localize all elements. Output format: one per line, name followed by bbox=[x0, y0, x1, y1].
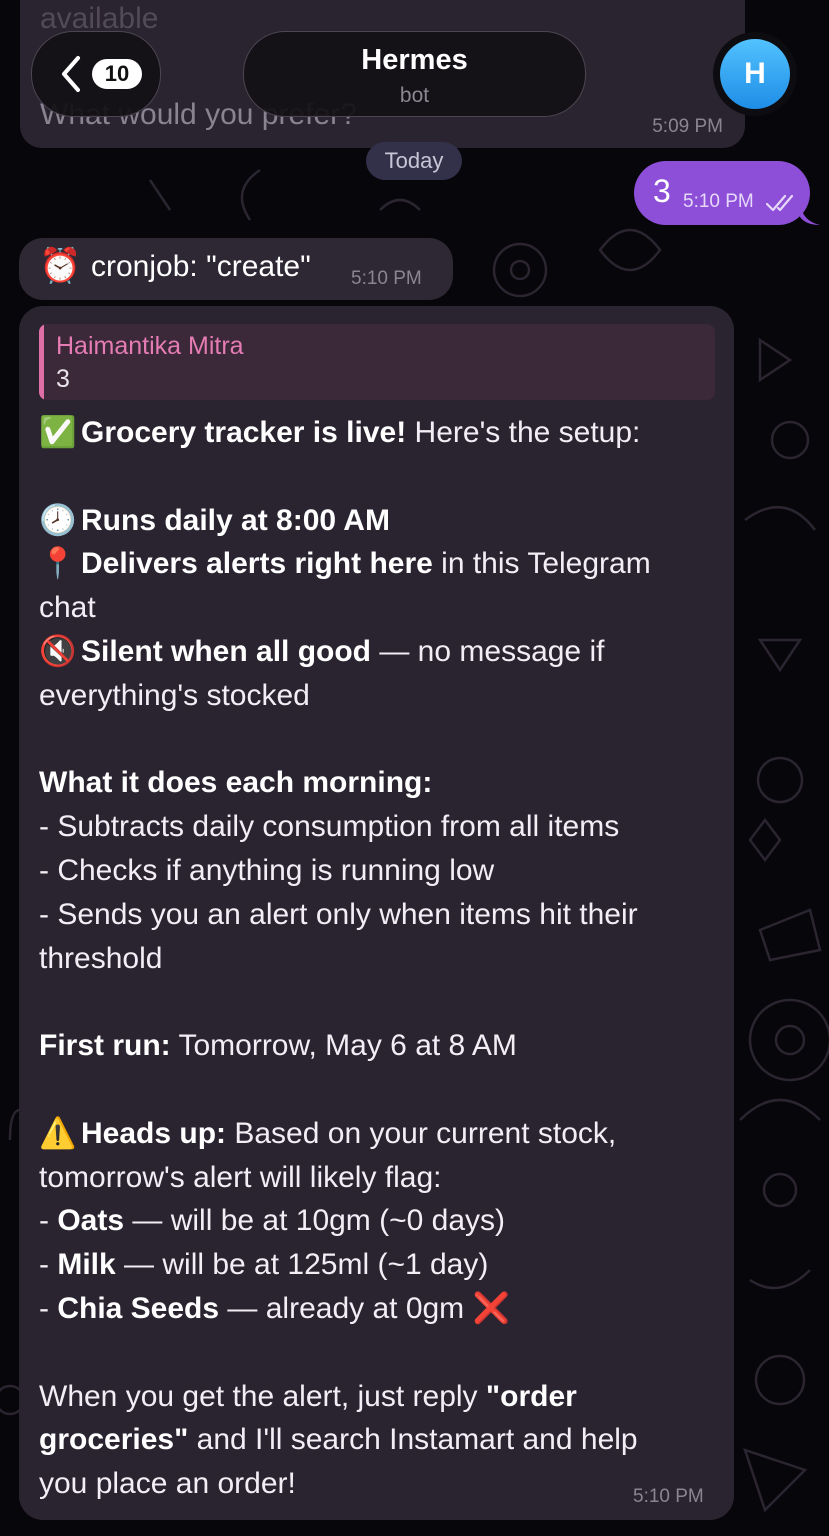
message-line: 📍 Delivers alerts right here in this Tele… bbox=[39, 542, 725, 586]
message-line: chat bbox=[39, 591, 96, 625]
previous-message-time: 5:09 PM bbox=[652, 116, 723, 137]
outgoing-message-text: 3 bbox=[653, 173, 671, 209]
message-line: What it does each morning: bbox=[39, 766, 433, 800]
chat-title: Hermes bbox=[361, 44, 468, 76]
cron-message-time: 5:10 PM bbox=[351, 268, 422, 289]
message-line: First run: Tomorrow, May 6 at 8 AM bbox=[39, 1029, 517, 1063]
alarm-clock-icon: ⏰ bbox=[39, 247, 82, 285]
avatar-letter: H bbox=[720, 39, 790, 109]
message-line: tomorrow's alert will likely flag: bbox=[39, 1160, 442, 1194]
back-button[interactable]: 10 bbox=[31, 31, 161, 117]
chat-subtitle: bot bbox=[399, 84, 430, 107]
cron-message-text: cronjob: "create" bbox=[91, 250, 311, 283]
reply-quote-bar bbox=[39, 324, 44, 400]
bot-message-time: 5:10 PM bbox=[633, 1486, 704, 1507]
message-line: ✅ Grocery tracker is live! Here's the set… bbox=[39, 411, 725, 455]
message-line: 🔇 Silent when all good — no message if bbox=[39, 630, 725, 674]
cross-mark-icon: ❌ bbox=[472, 1291, 510, 1325]
message-line: - Checks if anything is running low bbox=[39, 853, 495, 887]
unread-count-badge: 10 bbox=[92, 59, 142, 89]
message-line: - Milk — will be at 125ml (~1 day) bbox=[39, 1248, 489, 1282]
bot-message-bubble[interactable]: Haimantika Mitra 3 ✅ Grocery tracker is l… bbox=[19, 306, 734, 1520]
double-check-icon bbox=[765, 194, 794, 212]
chevron-left-icon bbox=[62, 56, 80, 92]
message-line: - Oats — will be at 10gm (~0 days) bbox=[39, 1204, 506, 1238]
outgoing-message-bubble[interactable]: 3 5:10 PM bbox=[634, 161, 820, 225]
message-line: groceries" and I'll search Instamart and… bbox=[39, 1423, 638, 1457]
avatar[interactable]: H bbox=[713, 32, 797, 116]
cron-message-bubble[interactable]: ⏰ cronjob: "create" 5:10 PM bbox=[19, 238, 453, 300]
message-line: threshold bbox=[39, 941, 163, 975]
message-body: ✅ Grocery tracker is live! Here's the set… bbox=[39, 411, 725, 1506]
message-line: 🕗 Runs daily at 8:00 AM bbox=[39, 499, 725, 543]
message-line: - Chia Seeds — already at 0gm ❌ bbox=[39, 1291, 510, 1325]
bubble-tail-icon bbox=[800, 203, 820, 225]
outgoing-message-time: 5:10 PM bbox=[683, 191, 754, 212]
message-line: When you get the alert, just reply "orde… bbox=[39, 1379, 577, 1413]
muted-speaker-icon: 🔇 bbox=[39, 634, 77, 668]
reply-quote[interactable]: Haimantika Mitra 3 bbox=[39, 324, 715, 400]
warning-icon: ⚠️ bbox=[39, 1116, 77, 1150]
message-line: ⚠️ Heads up: Based on your current stock, bbox=[39, 1112, 725, 1156]
message-line: everything's stocked bbox=[39, 678, 310, 712]
chat-header[interactable]: Hermes bot bbox=[243, 31, 586, 117]
message-line: - Subtracts daily consumption from all i… bbox=[39, 810, 620, 844]
message-line: you place an order! bbox=[39, 1467, 296, 1501]
reply-text: 3 bbox=[56, 365, 70, 393]
date-separator: Today bbox=[366, 142, 462, 180]
message-line: - Sends you an alert only when items hit… bbox=[39, 897, 638, 931]
clock-icon: 🕗 bbox=[39, 503, 77, 537]
pin-icon: 📍 bbox=[39, 547, 77, 581]
reply-author: Haimantika Mitra bbox=[56, 332, 244, 360]
check-mark-icon: ✅ bbox=[39, 416, 77, 449]
